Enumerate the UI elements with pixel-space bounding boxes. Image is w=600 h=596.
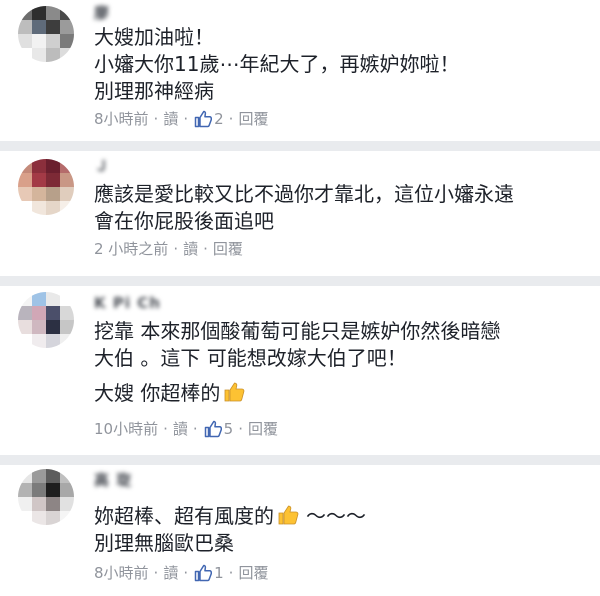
reply-link[interactable]: 回覆 (238, 108, 268, 129)
comment-time: 8小時前 (94, 110, 149, 128)
avatar[interactable] (18, 6, 74, 62)
comment-line: 妳超棒、超有風度的 ～～～ (94, 504, 366, 528)
action-read[interactable]: 讀 (163, 108, 178, 129)
comment-time: 8小時前 (94, 564, 149, 582)
commenter-name[interactable]: 廖 (94, 2, 110, 23)
comment-time: 10小時前 (94, 420, 159, 438)
avatar[interactable] (18, 292, 74, 348)
comment-separator (0, 455, 600, 465)
comment-item: 廖 大嫂加油啦！ 小嬸大你11歲⋯年紀大了，再嫉妒妳啦！ 別理那神經病 8小時前… (0, 0, 600, 140)
action-read[interactable]: 讀 (173, 418, 188, 439)
commenter-name[interactable]: Ｊ (94, 155, 110, 176)
reply-link[interactable]: 回覆 (248, 418, 278, 439)
comment-line: 小嬸大你11歲⋯年紀大了，再嫉妒妳啦！ (94, 52, 460, 76)
comment-meta: 10小時前 · 讀 · 5 · 回覆 (94, 418, 279, 439)
comment-item: Ｊ 應該是愛比較又比不過你才靠北，這位小嬸永遠 會在你屁股後面追吧 2 小時之前… (0, 151, 600, 275)
comment-text: 大嫂加油啦！ 小嬸大你11歲⋯年紀大了，再嫉妒妳啦！ 別理那神經病 (94, 24, 590, 105)
comment-separator (0, 276, 600, 286)
comment-time: 2 小時之前 (94, 240, 169, 258)
action-read[interactable]: 讀 (163, 562, 178, 583)
comment-text: 挖靠 本來那個酸葡萄可能只是嫉妒你然後暗戀 大伯 。這下 可能想改嫁大伯了吧！ … (94, 318, 590, 407)
comment-meta: 8小時前 · 讀 · 2 · 回覆 (94, 108, 269, 129)
like-icon[interactable] (194, 564, 213, 582)
like-icon[interactable] (204, 420, 222, 438)
thumbs-up-emoji (224, 382, 245, 402)
comment-line: 大嫂 你超棒的 (94, 380, 590, 407)
comment-line: 大伯 。這下 可能想改嫁大伯了吧！ (94, 346, 407, 370)
comment-separator (0, 141, 600, 151)
reply-link[interactable]: 回覆 (213, 238, 243, 259)
like-icon[interactable] (194, 110, 213, 128)
like-count: 2 (214, 109, 224, 128)
comment-line: 會在你屁股後面追吧 (94, 209, 274, 233)
comment-line: 別理那神經病 (94, 79, 214, 103)
comment-item: K Pi Ch 挖靠 本來那個酸葡萄可能只是嫉妒你然後暗戀 大伯 。這下 可能想… (0, 286, 600, 454)
comment-line: 別理無腦歐巴桑 (94, 531, 234, 555)
comment-text: 應該是愛比較又比不過你才靠北，這位小嬸永遠 會在你屁股後面追吧 (94, 181, 590, 235)
avatar[interactable] (18, 159, 74, 215)
thumbs-up-emoji (278, 505, 299, 525)
comment-meta: 8小時前 · 讀 · 1 · 回覆 (94, 562, 269, 583)
comment-line: 大嫂加油啦！ (94, 25, 214, 49)
comment-line: 挖靠 本來那個酸葡萄可能只是嫉妒你然後暗戀 (94, 319, 501, 343)
comment-item: 高 琁 妳超棒、超有風度的 ～～～ 別理無腦歐巴桑 8小時前 · 讀 · 1 · … (0, 465, 600, 596)
comment-meta: 2 小時之前 · 讀 · 回覆 (94, 238, 243, 259)
like-count: 5 (223, 419, 234, 438)
like-count: 1 (214, 563, 224, 582)
avatar[interactable] (18, 469, 74, 525)
commenter-name[interactable]: 高 琁 (94, 469, 132, 490)
action-read[interactable]: 讀 (183, 238, 198, 259)
reply-link[interactable]: 回覆 (238, 562, 268, 583)
comment-line: 應該是愛比較又比不過你才靠北，這位小嬸永遠 (94, 182, 514, 206)
commenter-name[interactable]: K Pi Ch (94, 294, 161, 312)
comment-text: 妳超棒、超有風度的 ～～～ 別理無腦歐巴桑 (94, 503, 590, 557)
